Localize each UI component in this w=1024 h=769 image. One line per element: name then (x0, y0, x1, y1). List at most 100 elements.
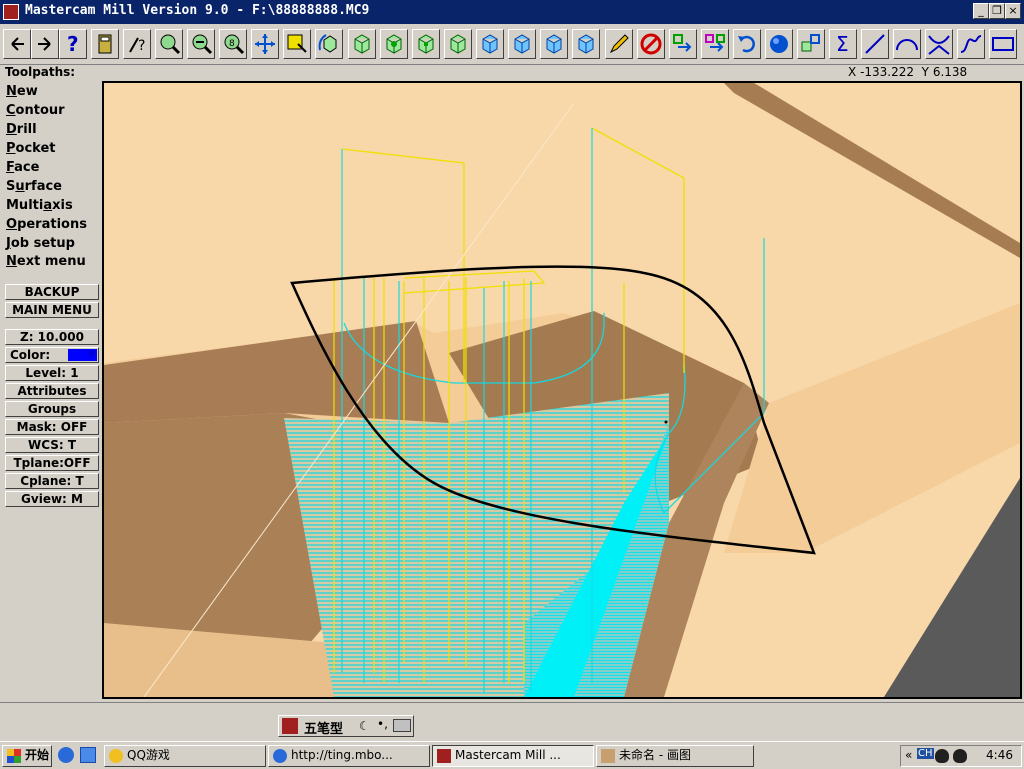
level-button[interactable]: Level: 1 (5, 365, 99, 381)
wcs-button[interactable]: WCS: T (5, 437, 99, 453)
arc-icon[interactable] (893, 29, 921, 59)
zoom-target-icon[interactable]: 8 (219, 29, 247, 59)
backup-button[interactable]: BACKUP (5, 284, 99, 300)
toolpaths-menu: New Contour Drill Pocket Face Surface Mu… (1, 82, 101, 699)
svg-text:?: ? (138, 38, 145, 54)
line-icon[interactable] (861, 29, 889, 59)
menu-item-drill[interactable]: Drill (6, 122, 37, 137)
ime-logo-icon (282, 718, 298, 734)
sum-icon[interactable]: Σ (829, 29, 857, 59)
ime-keyboard-icon[interactable] (393, 719, 411, 732)
ie-icon[interactable] (58, 747, 74, 763)
svg-text:8: 8 (229, 39, 235, 49)
toolpaths-label: Toolpaths: (5, 65, 76, 79)
zoom-icon[interactable] (155, 29, 183, 59)
menu-item-job-setup[interactable]: Job setup (6, 236, 75, 251)
menu-item-face[interactable]: Face (6, 160, 39, 175)
minimize-button[interactable]: _ (973, 3, 989, 19)
start-button[interactable]: 开始 (2, 745, 52, 767)
view-top-icon[interactable] (348, 29, 376, 59)
model-view (104, 83, 1020, 697)
ime-toolbar[interactable]: 五笔型 ☾ •, (278, 715, 414, 737)
mastercam-icon (437, 749, 451, 763)
back-arrow-icon[interactable] (3, 29, 31, 59)
menu-item-next-menu[interactable]: Next menu (6, 254, 86, 269)
window-title: Mastercam Mill Version 9.0 - F:\88888888… (25, 3, 370, 18)
y-label: Y (921, 65, 929, 79)
view-solid-3-icon[interactable] (540, 29, 568, 59)
tplane-button[interactable]: Tplane:OFF (5, 455, 99, 471)
undo-icon[interactable] (733, 29, 761, 59)
main-menu-button[interactable]: MAIN MENU (5, 302, 99, 318)
svg-text:?: ? (67, 32, 79, 56)
mask-button[interactable]: Mask: OFF (5, 419, 99, 435)
title-bar: Mastercam Mill Version 9.0 - F:\88888888… (0, 0, 1024, 24)
color-button[interactable]: Color: 9 (5, 347, 99, 363)
unzoom-icon[interactable] (187, 29, 215, 59)
z-depth-button[interactable]: Z: 10.000 (5, 329, 99, 345)
pencil-icon[interactable] (605, 29, 633, 59)
taskbar-paint[interactable]: 未命名 - 画图 (596, 745, 754, 767)
select-box-icon[interactable] (283, 29, 311, 59)
cursor-point (664, 420, 668, 424)
desktop-icon[interactable] (80, 747, 96, 763)
menu-item-multiaxis[interactable]: Multiaxis (6, 198, 73, 213)
menu-item-operations[interactable]: Operations (6, 217, 87, 232)
ime-moon-icon[interactable]: ☾ (359, 719, 370, 733)
transform-icon[interactable] (797, 29, 825, 59)
spline-icon[interactable] (957, 29, 985, 59)
tray-expand-button[interactable]: « (905, 748, 912, 762)
graphics-viewport[interactable] (102, 81, 1022, 699)
help-icon[interactable]: ? (59, 29, 87, 59)
language-indicator[interactable]: CH (917, 748, 934, 759)
view-solid-1-icon[interactable] (476, 29, 504, 59)
x-value: -133.222 (860, 65, 915, 79)
clock: 4:46 (986, 748, 1013, 762)
forward-arrow-icon[interactable] (31, 29, 59, 59)
qq-tray-icon-2[interactable] (953, 749, 967, 763)
view-iso-icon[interactable] (444, 29, 472, 59)
view-front-icon[interactable] (380, 29, 408, 59)
menu-item-new[interactable]: New (6, 84, 38, 99)
ie-window-icon (273, 749, 287, 763)
mirror-icon[interactable] (701, 29, 729, 59)
x-label: X (848, 65, 857, 79)
windows-logo-icon (7, 749, 21, 763)
svg-text:Σ: Σ (836, 32, 849, 56)
taskbar-qq-game[interactable]: QQ游戏 (104, 745, 266, 767)
paint-icon (601, 749, 615, 763)
translate-icon[interactable] (669, 29, 697, 59)
shade-sphere-icon[interactable] (765, 29, 793, 59)
view-solid-2-icon[interactable] (508, 29, 536, 59)
mastercam-app-icon[interactable] (3, 4, 19, 20)
coordinate-readout: X -133.222 Y 6.138 (848, 65, 967, 79)
ime-mode: 五笔型 (304, 722, 344, 737)
fillet-icon[interactable] (925, 29, 953, 59)
groups-button[interactable]: Groups (5, 401, 99, 417)
cplane-button[interactable]: Cplane: T (5, 473, 99, 489)
menu-item-surface[interactable]: Surface (6, 179, 62, 194)
close-button[interactable]: × (1005, 3, 1021, 19)
gview-button[interactable]: Gview: M (5, 491, 99, 507)
color-swatch: 9 (68, 349, 97, 361)
delete-icon[interactable] (637, 29, 665, 59)
pan-icon[interactable] (251, 29, 279, 59)
ime-punct-icon[interactable]: •, (377, 717, 388, 731)
taskbar-browser[interactable]: http://ting.mbo... (268, 745, 430, 767)
view-solid-4-icon[interactable] (572, 29, 600, 59)
analyze-icon[interactable]: ? (123, 29, 151, 59)
qq-icon (109, 749, 123, 763)
rotate-cube-icon[interactable] (315, 29, 343, 59)
attributes-button[interactable]: Attributes (5, 383, 99, 399)
system-tray: « CH 4:46 (900, 745, 1022, 767)
taskbar: 开始 QQ游戏 http://ting.mbo... Mastercam Mil… (0, 741, 1024, 769)
rectangle-icon[interactable] (989, 29, 1017, 59)
taskbar-mastercam[interactable]: Mastercam Mill ... (432, 745, 594, 767)
menu-item-pocket[interactable]: Pocket (6, 141, 56, 156)
view-side-icon[interactable] (412, 29, 440, 59)
calculator-icon[interactable] (91, 29, 119, 59)
restore-button[interactable]: ❐ (989, 3, 1005, 19)
prompt-area (0, 702, 1024, 741)
qq-tray-icon-1[interactable] (935, 749, 949, 763)
menu-item-contour[interactable]: Contour (6, 103, 65, 118)
